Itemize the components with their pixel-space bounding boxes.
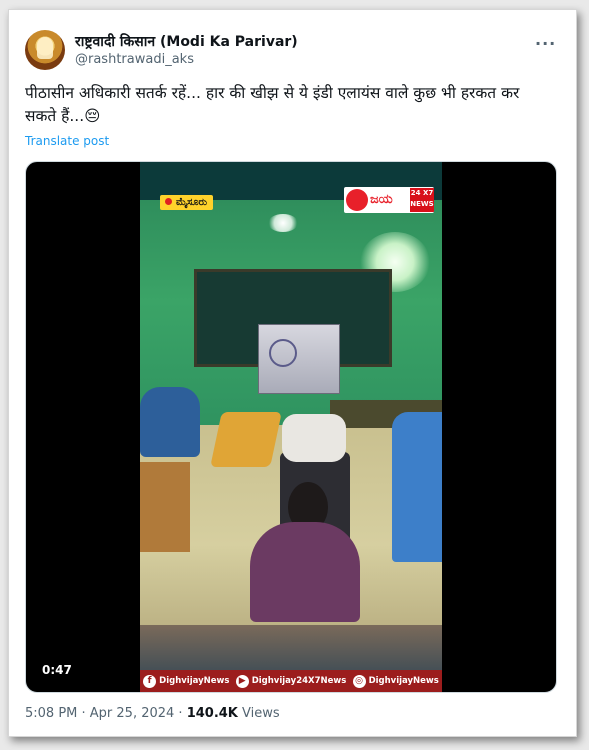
views-count: 140.4K [186, 706, 238, 721]
social-item-youtube: ▶ Dighvijay24X7News [235, 674, 347, 688]
video-duration: 0:47 [38, 662, 76, 678]
social-label: DighvijayNews [159, 676, 230, 686]
social-item-instagram: ◎ DighvijayNews [352, 674, 439, 688]
table-left [140, 462, 190, 552]
channel-logo-mark [346, 189, 368, 211]
social-label: Dighvijay24X7News [251, 676, 347, 686]
instagram-icon: ◎ [352, 674, 366, 688]
youtube-icon: ▶ [235, 674, 249, 688]
translate-post-link[interactable]: Translate post [25, 134, 109, 148]
person-center [282, 414, 346, 462]
post-meta: 5:08 PM · Apr 25, 2024 · 140.4K Views [25, 706, 280, 721]
voting-booth [258, 324, 340, 394]
post-timestamp[interactable]: 5:08 PM · Apr 25, 2024 · [25, 706, 187, 721]
user-handle[interactable]: @rashtrawadi_aks [75, 52, 194, 67]
tube-light [268, 214, 298, 232]
avatar[interactable] [25, 30, 65, 70]
channel-badge: 24 X7 NEWS [410, 188, 434, 212]
social-item-facebook: f DighvijayNews [143, 674, 230, 688]
chair [210, 412, 282, 467]
more-horizontal-icon[interactable]: ··· [535, 34, 556, 53]
video-frame: ಮೈಸೂರು ಜಯ 24 X7 NEWS f DighvijayNews ▶ D… [140, 162, 442, 692]
tweet-card: राष्ट्रवादी किसान (Modi Ka Parivar) @ras… [8, 9, 577, 737]
social-bar: f DighvijayNews ▶ Dighvijay24X7News ◎ Di… [140, 670, 442, 692]
facebook-icon: f [143, 674, 157, 688]
channel-logo: ಜಯ 24 X7 NEWS [344, 187, 434, 213]
tweet-text: पीठासीन अधिकारी सतर्क रहें... हार की खीझ… [25, 84, 520, 125]
person-left [140, 387, 200, 457]
person-right [392, 412, 442, 562]
person-front [250, 522, 360, 622]
channel-logo-text: ಜಯ [370, 192, 393, 207]
location-tag: ಮೈಸೂರು [160, 195, 214, 210]
views-label: Views [237, 706, 280, 721]
social-label: DighvijayNews [368, 676, 439, 686]
video-player[interactable]: ಮೈಸೂರು ಜಯ 24 X7 NEWS f DighvijayNews ▶ D… [25, 161, 557, 693]
display-name[interactable]: राष्ट्रवादी किसान (Modi Ka Parivar) [75, 32, 298, 51]
